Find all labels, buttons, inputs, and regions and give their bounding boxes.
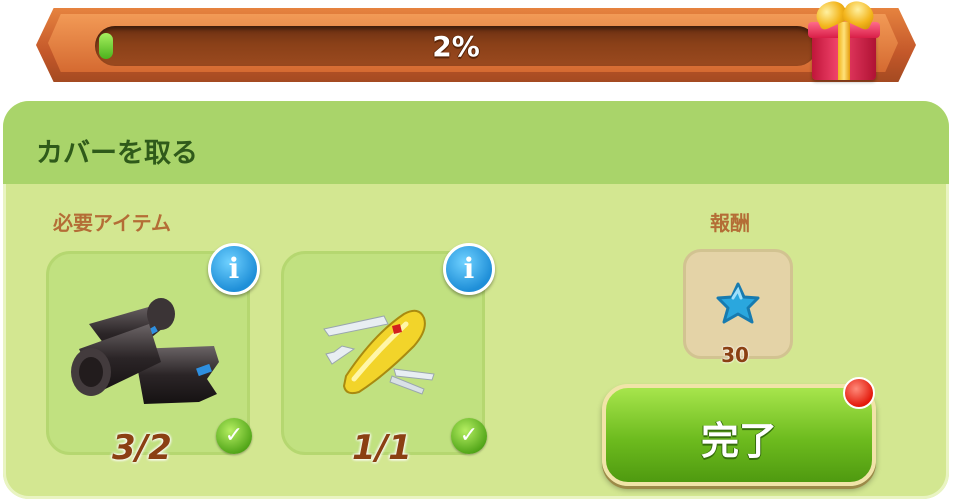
gift-ribbon	[838, 22, 850, 80]
notification-dot	[843, 377, 875, 409]
progress-percent: 2%	[432, 30, 480, 63]
item-count: 1/1	[352, 428, 412, 468]
item-count: 3/2	[112, 428, 172, 468]
complete-button[interactable]: 完了	[602, 384, 876, 486]
blue-star-cookie-icon	[716, 282, 760, 324]
gift-box-icon[interactable]	[806, 0, 884, 84]
required-items-label: 必要アイテム	[53, 211, 171, 235]
item-info-button[interactable]: i	[443, 243, 495, 295]
check-icon: ✓	[451, 418, 487, 454]
quest-header: カバーを取る	[3, 101, 949, 184]
progress-bar: 2%	[95, 26, 817, 66]
reward-label: 報酬	[710, 211, 750, 235]
complete-button-label: 完了	[700, 419, 777, 463]
quest-title: カバーを取る	[36, 138, 198, 169]
reward-amount: 30	[721, 343, 749, 367]
check-icon: ✓	[216, 418, 252, 454]
item-info-button[interactable]: i	[208, 243, 260, 295]
